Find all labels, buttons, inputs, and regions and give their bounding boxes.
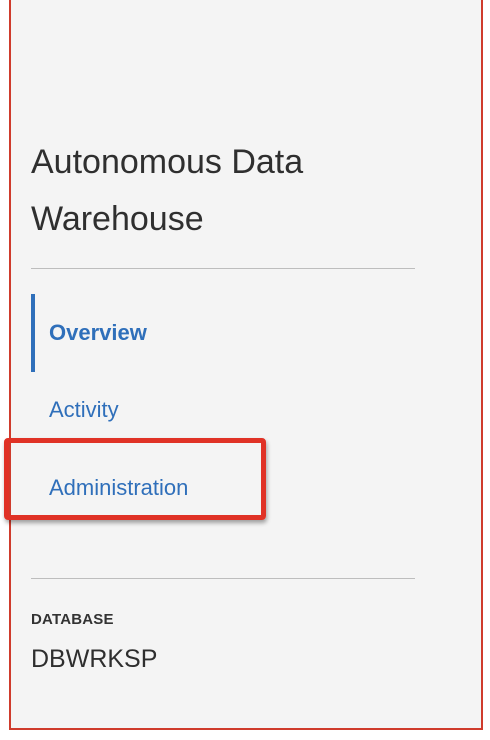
nav-item-activity[interactable]: Activity [31, 392, 119, 428]
service-title-line1: Autonomous Data [31, 143, 304, 181]
nav-item-administration[interactable]: Administration [31, 470, 188, 506]
divider-bottom [31, 578, 415, 579]
sidebar-panel: Autonomous Data Warehouse Overview Activ… [9, 0, 483, 730]
nav-item-overview-label: Overview [49, 320, 147, 345]
database-section-label: DATABASE [31, 611, 114, 628]
nav-item-overview[interactable]: Overview [31, 294, 147, 372]
nav-item-activity-label: Activity [49, 397, 119, 422]
divider-top [31, 268, 415, 269]
service-title: Autonomous Data Warehouse [31, 134, 391, 248]
database-name: DBWRKSP [31, 645, 158, 673]
nav-item-administration-label: Administration [49, 475, 189, 500]
service-title-line2: Warehouse [31, 200, 204, 238]
